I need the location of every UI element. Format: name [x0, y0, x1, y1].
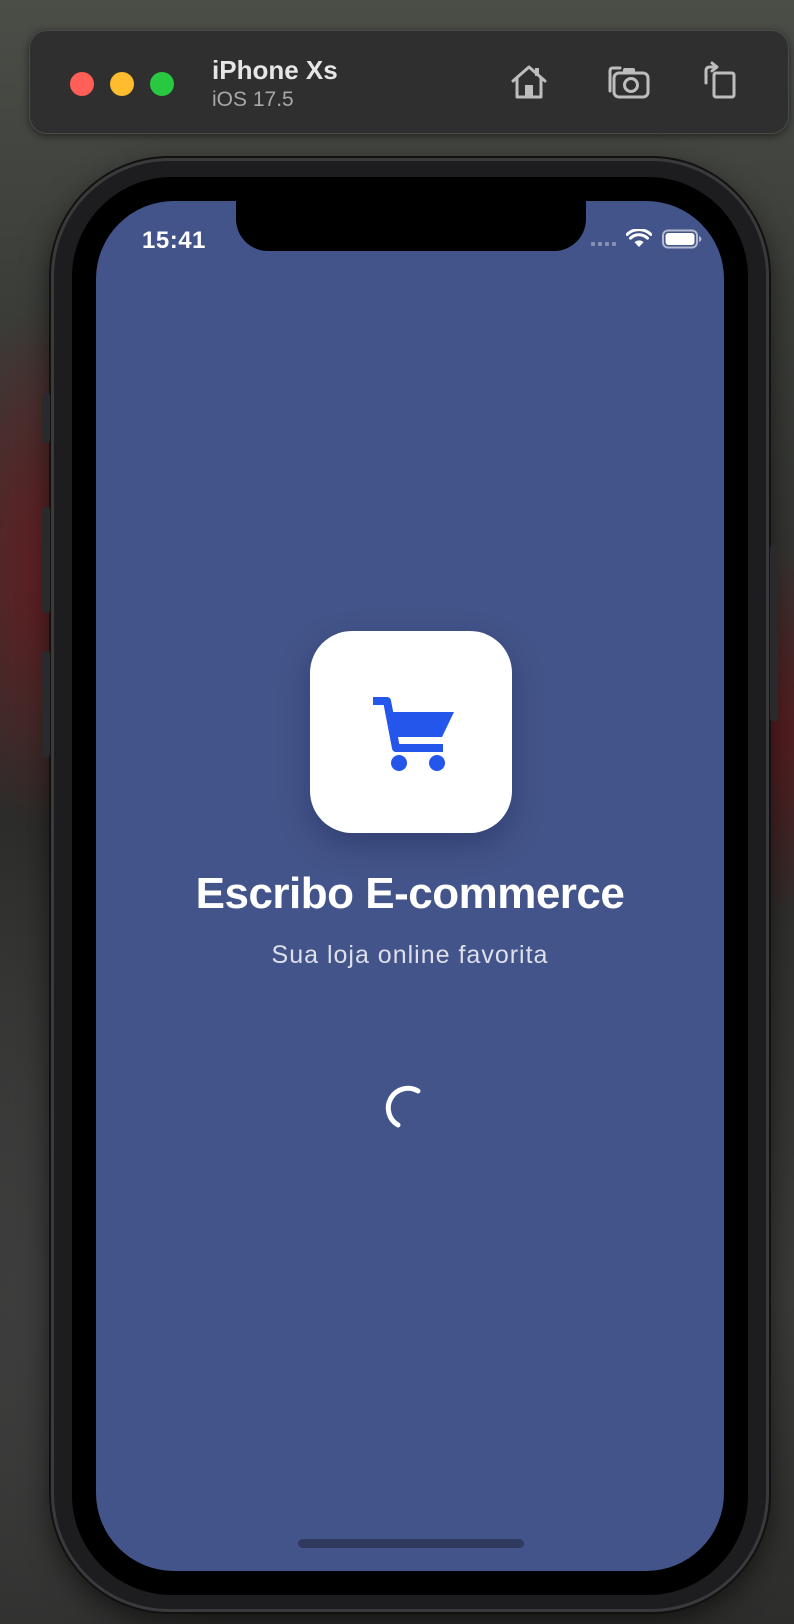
minimize-window-button[interactable]: [110, 72, 134, 96]
app-subtitle: Sua loja online favorita: [271, 941, 549, 969]
battery-icon: [662, 229, 702, 249]
zoom-window-button[interactable]: [150, 72, 174, 96]
cellular-signal-icon: [591, 232, 616, 246]
simulator-toolbar: iPhone Xs iOS 17.5: [29, 30, 789, 134]
app-logo: [310, 631, 512, 833]
volume-up-button: [42, 507, 50, 613]
loading-spinner: [385, 1085, 421, 1128]
screenshot-button[interactable]: [606, 59, 652, 105]
screenshot-icon: [608, 66, 650, 99]
power-button: [770, 545, 778, 721]
status-time: 15:41: [142, 227, 206, 254]
app-title: Escribo E-commerce: [195, 869, 625, 918]
home-button[interactable]: [506, 59, 552, 105]
home-indicator[interactable]: [298, 1539, 524, 1548]
shopping-cart-icon: [373, 697, 454, 771]
device-name: iPhone Xs: [212, 55, 338, 85]
volume-down-button: [42, 651, 50, 757]
home-icon: [511, 65, 547, 99]
close-window-button[interactable]: [70, 72, 94, 96]
mute-switch: [42, 393, 50, 443]
iphone-frame: 15:41 Escribo E-commerce Sua loja online…: [42, 158, 778, 1612]
wifi-icon: [626, 229, 652, 247]
phone-bezel: 15:41 Escribo E-commerce Sua loja online…: [72, 177, 748, 1595]
app-screen: 15:41 Escribo E-commerce Sua loja online…: [96, 201, 724, 1571]
status-icons: [591, 229, 702, 249]
notch: [236, 201, 586, 251]
rotate-button[interactable]: [698, 59, 744, 105]
os-version: iOS 17.5: [212, 88, 294, 111]
rotate-icon: [704, 61, 736, 99]
